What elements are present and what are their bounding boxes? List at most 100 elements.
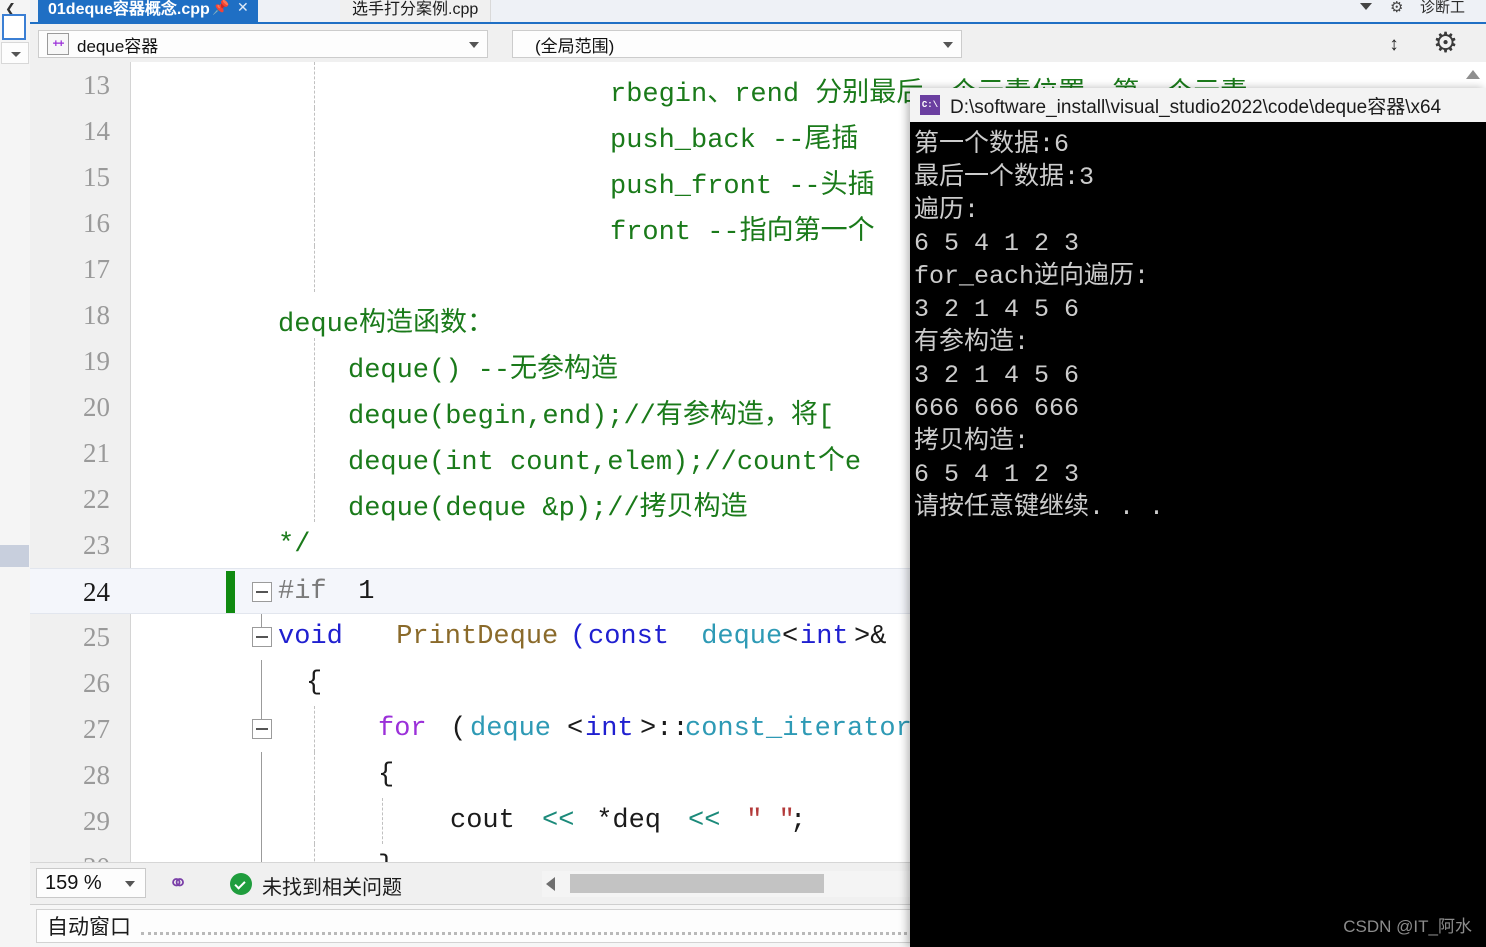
code-text: < xyxy=(782,622,799,652)
tab-01deque-rongqi-gainian[interactable]: 01deque容器概念.cpp 📌 ✕ xyxy=(38,0,258,22)
code-text: cout xyxy=(450,806,532,836)
line-number: 29 xyxy=(83,806,110,836)
console-title-text: D:\software_install\visual_studio2022\co… xyxy=(950,96,1442,118)
code-text: ( xyxy=(434,714,467,744)
code-text: void xyxy=(278,622,343,652)
scroll-left-arrow-icon[interactable] xyxy=(546,877,555,891)
code-text: push_back --尾插 xyxy=(610,126,859,156)
fold-toggle-icon[interactable] xyxy=(252,719,272,739)
console-output: 第一个数据:6 最后一个数据:3 遍历: 6 5 4 1 2 3 for_eac… xyxy=(910,122,1486,947)
console-line: 拷贝构造: xyxy=(914,427,1030,456)
diagnostics-tab-label: 诊断工 xyxy=(1420,0,1466,16)
left-dock-rail: ❮ xyxy=(0,0,31,947)
chevron-down-icon[interactable] xyxy=(943,42,953,48)
code-text: ; xyxy=(790,806,807,836)
chevron-down-icon[interactable] xyxy=(125,881,135,887)
console-title-bar[interactable]: C:\ D:\software_install\visual_studio202… xyxy=(910,88,1486,122)
editor-navigation-bar: ++ deque容器 (全局范围) ↕ ⚙ xyxy=(30,22,1486,62)
code-text: *deq xyxy=(580,806,678,836)
tab-xuanshou-dafen-anli[interactable]: 选手打分案例.cpp xyxy=(340,0,492,22)
fold-guide xyxy=(261,752,262,798)
code-text: deque(deque &p);//拷贝构造 xyxy=(348,494,748,524)
pin-icon[interactable]: 📌 xyxy=(210,0,232,18)
line-number: 26 xyxy=(83,668,110,698)
code-text: deque(int count,elem);//count个e xyxy=(348,448,862,478)
fold-guide xyxy=(261,660,262,706)
indent-guide xyxy=(314,200,315,246)
indent-guide xyxy=(314,798,315,844)
line-number: 27 xyxy=(83,714,110,744)
console-window[interactable]: C:\ D:\software_install\visual_studio202… xyxy=(910,88,1486,947)
indent-guide xyxy=(314,430,315,476)
code-text: PrintDeque xyxy=(380,622,559,652)
indent-guide xyxy=(314,62,315,108)
gear-icon[interactable]: ⚙ xyxy=(1390,0,1403,16)
close-icon[interactable]: ✕ xyxy=(232,0,254,18)
scrollbar-thumb[interactable] xyxy=(570,874,824,893)
code-text: deque xyxy=(685,622,783,652)
code-text: push_front --头插 xyxy=(610,172,875,202)
console-line: 6 5 4 1 2 3 xyxy=(914,229,1080,258)
code-text: deque(begin,end);//有参构造，将[ xyxy=(348,402,835,432)
cmd-console-icon: C:\ xyxy=(920,95,940,115)
zoom-level-dropdown[interactable]: 159 % xyxy=(36,868,146,898)
code-text: const_iterator xyxy=(685,714,912,744)
console-line: 第一个数据:6 xyxy=(914,130,1070,159)
dock-dropdown-button[interactable] xyxy=(1,42,29,64)
line-number: 13 xyxy=(83,70,110,100)
chevron-down-icon[interactable] xyxy=(1360,3,1372,10)
fold-toggle-icon[interactable] xyxy=(252,627,272,647)
line-number: 25 xyxy=(83,622,110,652)
member-dropdown[interactable]: (全局范围) xyxy=(512,30,962,58)
indent-guide xyxy=(314,154,315,200)
line-number: 22 xyxy=(83,484,110,514)
zoom-level-value: 159 % xyxy=(45,871,102,894)
scope-dropdown[interactable]: ++ deque容器 xyxy=(38,30,488,58)
indent-guide xyxy=(314,108,315,154)
code-text: << xyxy=(688,806,721,836)
dock-active-marker[interactable] xyxy=(0,545,29,567)
console-line: 请按任意键继续. . . xyxy=(914,493,1165,522)
indent-guide xyxy=(314,844,315,862)
line-number: 16 xyxy=(83,208,110,238)
fold-guide xyxy=(261,844,262,862)
line-number: 20 xyxy=(83,392,110,422)
code-text: { xyxy=(378,760,395,790)
fold-toggle-icon[interactable] xyxy=(252,582,272,602)
split-view-button[interactable]: ↕ xyxy=(1376,30,1410,58)
code-text: " " xyxy=(730,806,795,836)
code-text: ( xyxy=(570,622,587,652)
dock-selection-box[interactable] xyxy=(2,14,26,40)
code-text: const xyxy=(588,622,670,652)
line-number: 17 xyxy=(83,254,110,284)
fold-guide xyxy=(261,798,262,844)
code-text: #if xyxy=(278,577,327,607)
code-text: deque xyxy=(470,714,552,744)
code-text: << xyxy=(542,806,575,836)
console-line: 遍历: xyxy=(914,196,980,225)
code-text: front --指向第一个 xyxy=(610,218,875,248)
indent-guide xyxy=(314,752,315,798)
code-text: >& xyxy=(854,622,903,652)
indent-guide xyxy=(314,384,315,430)
code-text: } xyxy=(378,852,394,862)
line-number: 21 xyxy=(83,438,110,468)
code-text: < xyxy=(567,714,584,744)
line-number: 19 xyxy=(83,346,110,376)
settings-gear-icon[interactable]: ⚙ xyxy=(1433,26,1458,59)
console-line: for_each逆向遍历: xyxy=(914,262,1150,291)
horizontal-scrollbar[interactable] xyxy=(542,871,962,897)
indent-guide xyxy=(382,798,383,844)
code-text: >:: xyxy=(640,714,689,744)
console-line: 666 666 666 xyxy=(914,394,1080,423)
code-text: deque构造函数： xyxy=(278,310,495,340)
line-number: 28 xyxy=(83,760,110,790)
change-bar xyxy=(226,571,235,613)
autos-window-label: 自动窗口 xyxy=(47,916,131,939)
code-text: 1 xyxy=(342,577,375,607)
intellicode-icon[interactable]: ⚭ xyxy=(168,869,188,898)
code-text: { xyxy=(306,668,323,698)
code-text: deque() --无参构造 xyxy=(348,356,619,386)
fold-guide xyxy=(261,614,262,628)
chevron-down-icon[interactable] xyxy=(469,42,479,48)
